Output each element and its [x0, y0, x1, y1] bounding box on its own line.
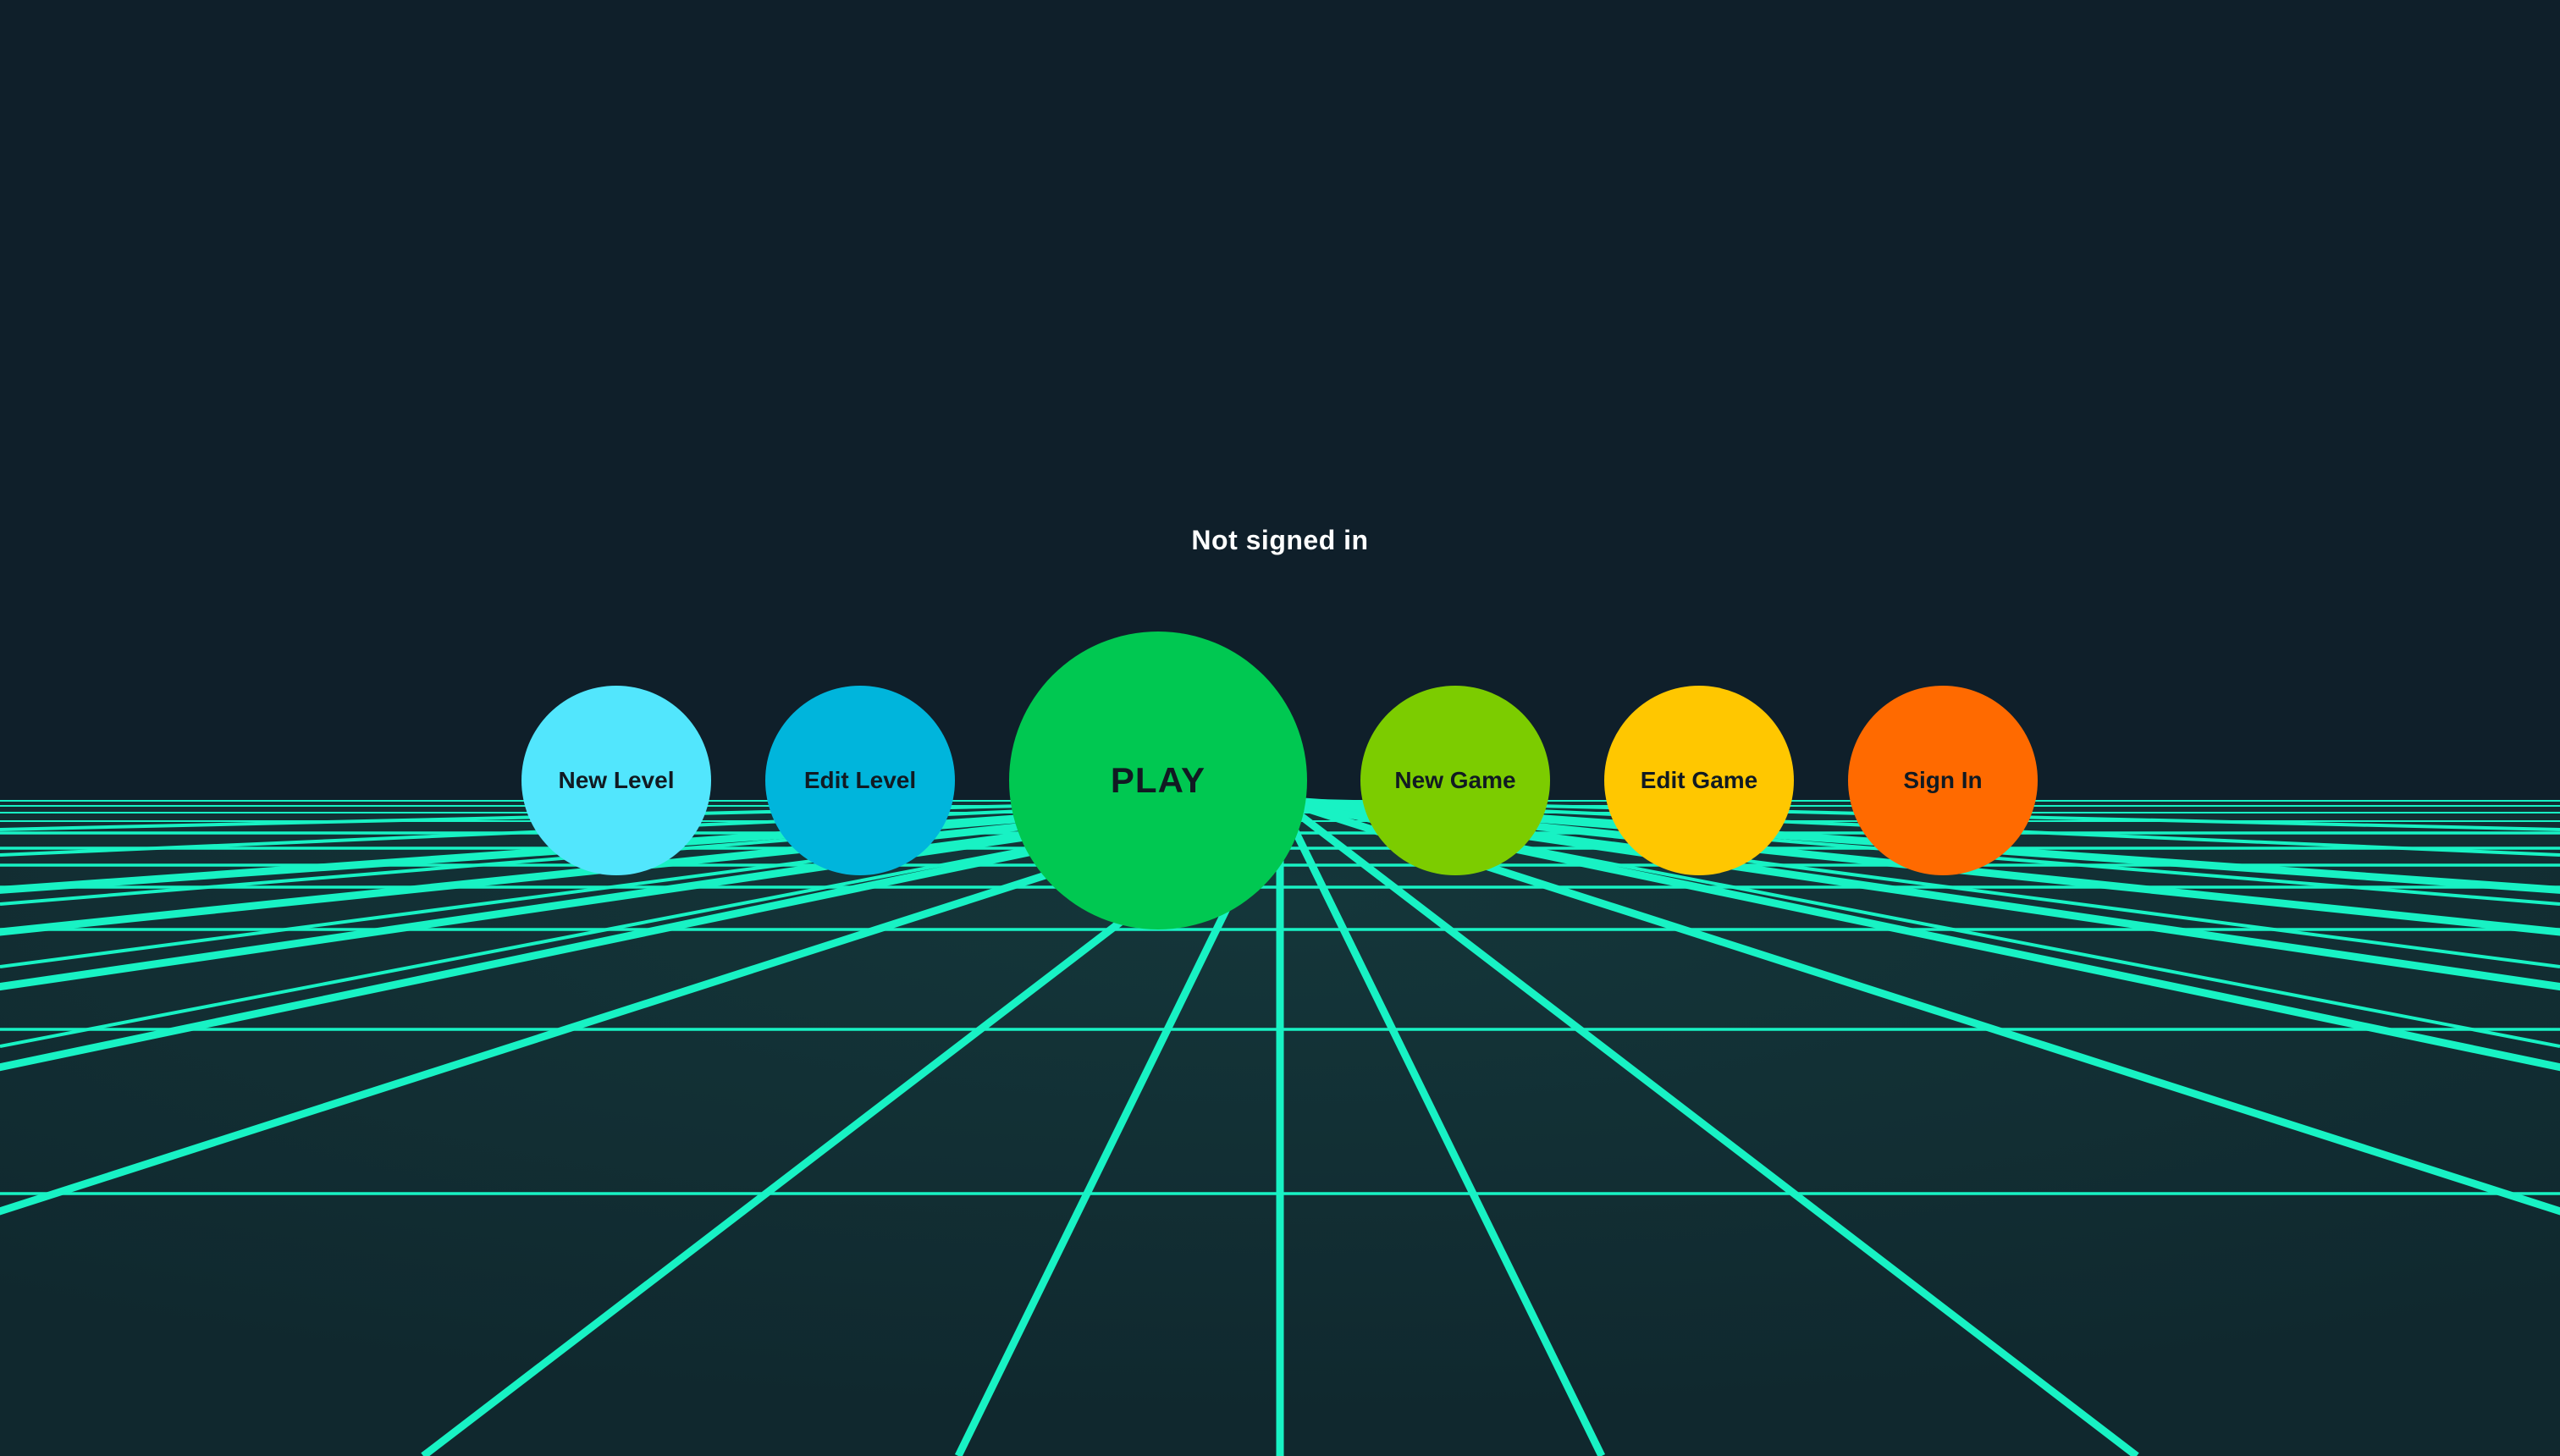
play-label: PLAY: [1110, 760, 1206, 800]
edit-level-button[interactable]: Edit Level: [765, 686, 955, 875]
new-level-label: New Level: [558, 767, 675, 793]
new-game-label: New Game: [1394, 767, 1516, 793]
sign-in-label: Sign In: [1903, 767, 1983, 793]
sign-in-status-text: Not signed in: [1191, 525, 1369, 555]
play-button[interactable]: PLAY: [1009, 631, 1307, 929]
edit-game-button[interactable]: Edit Game: [1604, 686, 1794, 875]
main-menu-screen: Not signed in New Level Edit Level PLAY …: [0, 0, 2560, 1456]
new-game-button[interactable]: New Game: [1360, 686, 1550, 875]
edit-level-label: Edit Level: [803, 767, 917, 793]
new-level-button[interactable]: New Level: [521, 686, 711, 875]
sign-in-button[interactable]: Sign In: [1848, 686, 2038, 875]
edit-game-label: Edit Game: [1640, 767, 1758, 793]
